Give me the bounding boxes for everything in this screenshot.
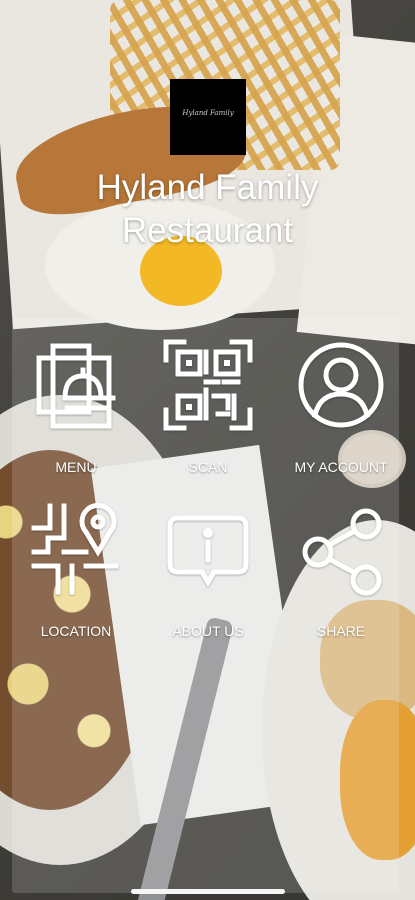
scan-button[interactable]: SCAN <box>148 338 268 475</box>
user-icon <box>298 342 384 428</box>
menu-cloche-icon <box>36 343 116 429</box>
restaurant-logo: Hyland Family <box>170 79 246 155</box>
share-icon <box>302 508 382 596</box>
about-us-label: ABOUT US <box>172 623 244 639</box>
about-us-button[interactable]: ABOUT US <box>148 502 268 639</box>
share-label: SHARE <box>316 623 366 639</box>
location-button[interactable]: LOCATION <box>16 502 136 639</box>
info-bubble-icon <box>167 515 249 587</box>
menu-label: MENU <box>55 459 97 475</box>
menu-button[interactable]: MENU <box>16 338 136 475</box>
logo-text: Hyland Family <box>182 109 234 117</box>
scan-label: SCAN <box>188 459 228 475</box>
qr-code-icon <box>163 339 253 431</box>
map-pin-icon <box>31 502 119 595</box>
home-indicator[interactable] <box>131 889 285 894</box>
share-button[interactable]: SHARE <box>281 502 401 639</box>
page-title: Hyland Family Restaurant <box>96 168 319 250</box>
location-label: LOCATION <box>40 623 112 639</box>
my-account-label: MY ACCOUNT <box>294 459 388 475</box>
my-account-button[interactable]: MY ACCOUNT <box>281 338 401 475</box>
